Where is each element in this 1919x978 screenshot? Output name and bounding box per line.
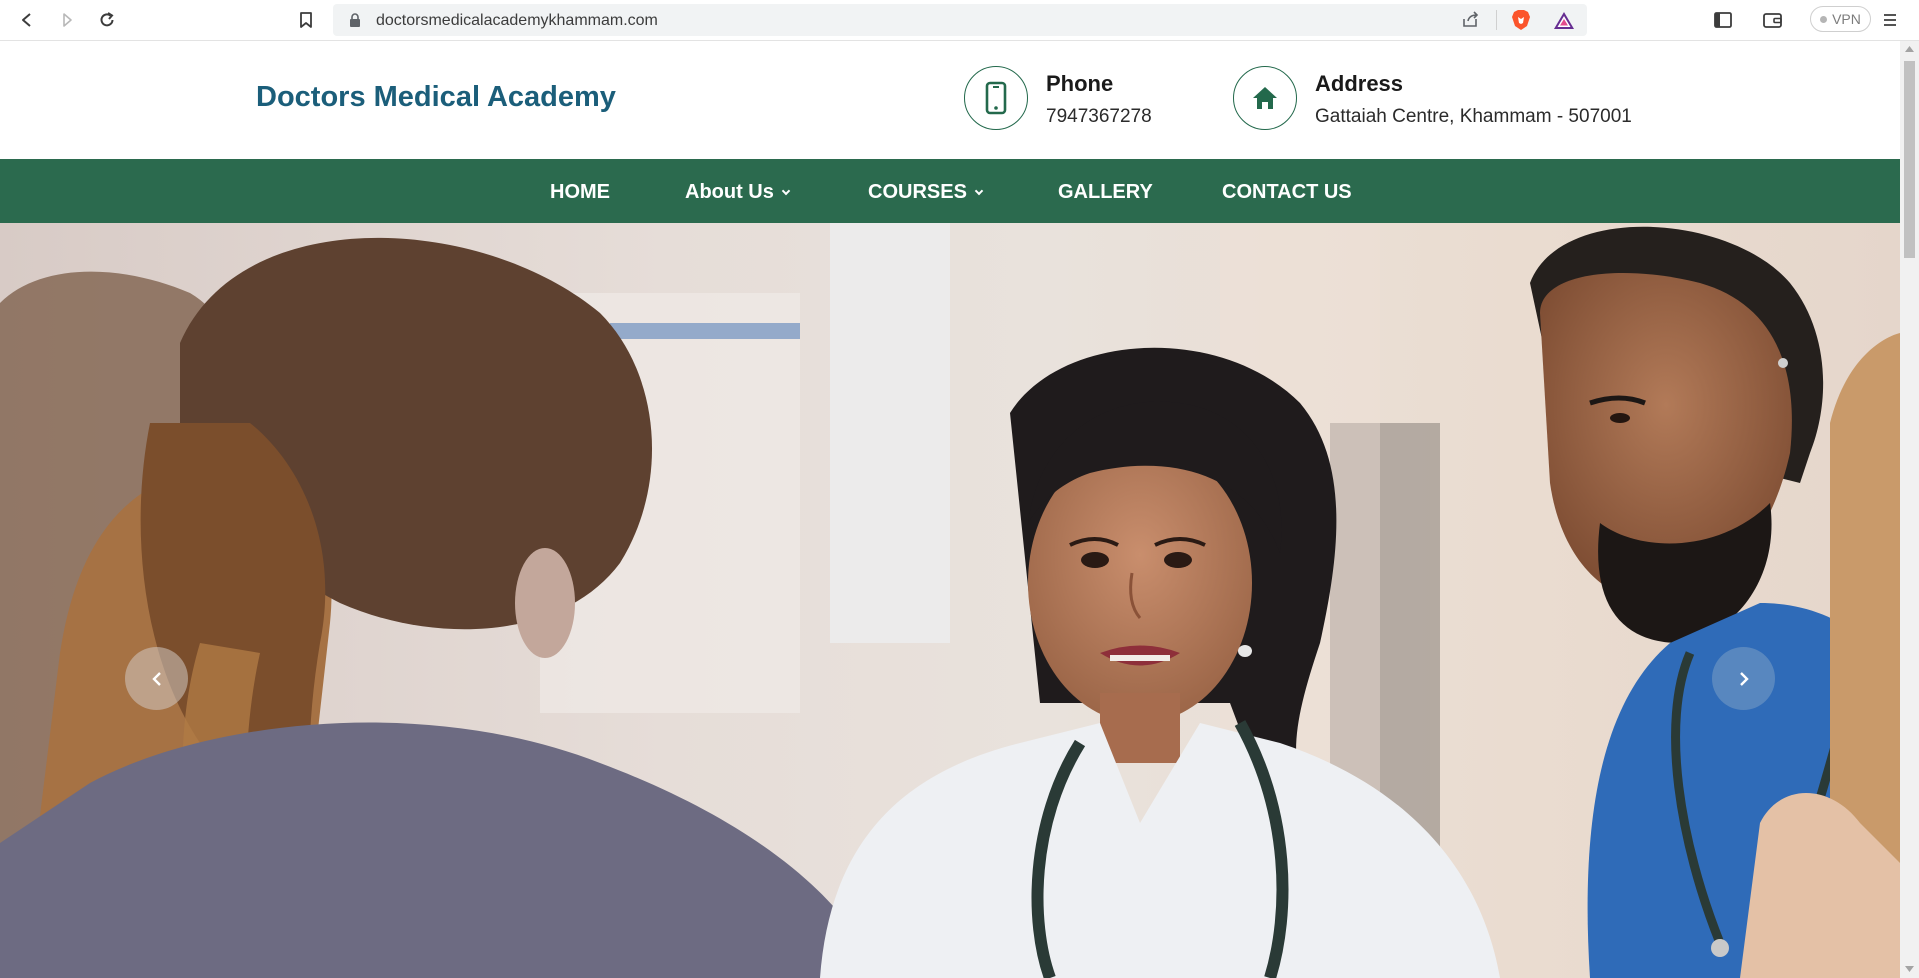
hero-image bbox=[0, 223, 1900, 978]
chevron-left-icon bbox=[151, 671, 161, 686]
wallet-icon bbox=[1763, 13, 1782, 28]
home-icon bbox=[1253, 87, 1277, 109]
sidebar-icon bbox=[1714, 12, 1732, 28]
url-text: doctorsmedicalacademykhammam.com bbox=[376, 12, 658, 29]
nav-item-label: CONTACT US bbox=[1222, 181, 1352, 203]
nav-item-label: HOME bbox=[550, 181, 610, 203]
forward-button[interactable] bbox=[53, 6, 81, 34]
nav-item-gallery[interactable]: GALLERY bbox=[1058, 181, 1153, 204]
chevron-down-icon bbox=[781, 186, 791, 195]
phone-title: Phone bbox=[1046, 71, 1114, 96]
sidebar-button[interactable] bbox=[1709, 6, 1737, 34]
reload-button[interactable] bbox=[93, 6, 121, 34]
site-header: Doctors Medical Academy Phone 7947367278… bbox=[0, 41, 1900, 159]
address-bar[interactable]: doctorsmedicalacademykhammam.com bbox=[333, 4, 1587, 36]
back-arrow-icon bbox=[22, 13, 31, 27]
phone-icon-circle bbox=[964, 66, 1028, 130]
nav-item-about-us[interactable]: About Us bbox=[685, 181, 791, 204]
vpn-status-icon bbox=[1820, 15, 1828, 23]
bookmark-icon bbox=[300, 12, 312, 28]
main-navigation: HOME About Us COURSES GALLERY CONTACT US bbox=[0, 159, 1900, 223]
phone-icon bbox=[985, 81, 1007, 115]
share-icon[interactable] bbox=[1461, 11, 1481, 29]
nav-item-label: COURSES bbox=[868, 181, 967, 203]
hero-carousel bbox=[0, 223, 1900, 978]
address-text: Gattaiah Centre, Khammam - 507001 bbox=[1315, 106, 1632, 127]
brave-shield-icon[interactable] bbox=[1511, 9, 1531, 31]
phone-number[interactable]: 7947367278 bbox=[1046, 106, 1152, 128]
page-scrollbar[interactable] bbox=[1900, 41, 1919, 978]
site-brand[interactable]: Doctors Medical Academy bbox=[256, 81, 616, 114]
scroll-up-icon[interactable] bbox=[1905, 46, 1914, 52]
nav-item-contact-us[interactable]: CONTACT US bbox=[1222, 181, 1352, 204]
back-button[interactable] bbox=[13, 6, 41, 34]
address-title: Address bbox=[1315, 71, 1404, 96]
vpn-label: VPN bbox=[1832, 11, 1861, 27]
bookmark-button[interactable] bbox=[292, 6, 320, 34]
brave-rewards-icon[interactable] bbox=[1553, 11, 1575, 30]
carousel-next-button[interactable] bbox=[1712, 647, 1775, 710]
reload-icon bbox=[100, 12, 114, 27]
browser-toolbar: doctorsmedicalacademykhammam.com VPN bbox=[0, 0, 1919, 41]
nav-item-courses[interactable]: COURSES bbox=[868, 181, 984, 204]
menu-button[interactable] bbox=[1880, 6, 1900, 34]
carousel-prev-button[interactable] bbox=[125, 647, 188, 710]
nav-item-label: GALLERY bbox=[1058, 181, 1153, 203]
chevron-down-icon bbox=[974, 186, 984, 195]
home-icon-circle bbox=[1233, 66, 1297, 130]
nav-item-label: About Us bbox=[685, 181, 774, 203]
wallet-button[interactable] bbox=[1759, 6, 1787, 34]
hamburger-menu-icon bbox=[1884, 14, 1896, 26]
chevron-right-icon bbox=[1739, 671, 1749, 686]
lock-icon bbox=[350, 13, 360, 27]
nav-item-home[interactable]: HOME bbox=[550, 181, 610, 204]
forward-arrow-icon bbox=[63, 13, 72, 27]
scroll-down-icon[interactable] bbox=[1905, 966, 1914, 972]
scrollbar-thumb[interactable] bbox=[1904, 61, 1915, 258]
vpn-button[interactable]: VPN bbox=[1810, 6, 1871, 32]
